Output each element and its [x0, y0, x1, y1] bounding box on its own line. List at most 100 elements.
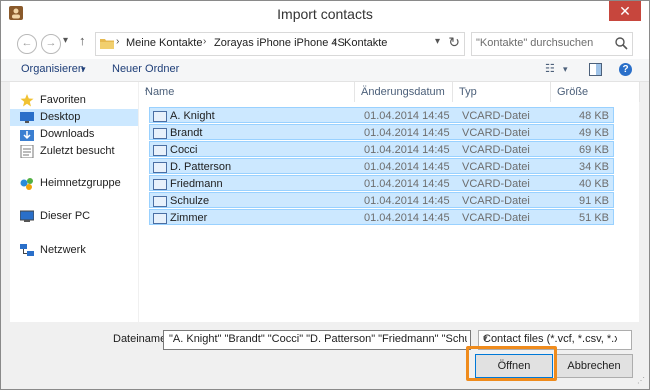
resize-grip-icon[interactable]: ⋰	[637, 376, 645, 385]
filename-value: "A. Knight" "Brandt" "Cocci" "D. Patters…	[169, 333, 467, 345]
file-date: 01.04.2014 14:45	[364, 178, 450, 190]
refresh-icon[interactable]: ↻	[448, 34, 460, 51]
new-folder-button[interactable]: Neuer Ordner	[112, 63, 179, 75]
search-icon[interactable]	[614, 36, 628, 50]
vcard-icon	[153, 162, 167, 173]
file-size: 34 KB	[579, 161, 609, 173]
sidebar-label: Netzwerk	[40, 244, 86, 256]
file-list: Name ^ Änderungsdatum Typ Größe A. Knigh…	[139, 82, 640, 322]
column-name-label: Name	[145, 86, 175, 98]
desktop-icon	[20, 112, 34, 123]
file-date: 01.04.2014 14:45	[364, 144, 450, 156]
file-name: Brandt	[170, 127, 203, 139]
file-date: 01.04.2014 14:45	[364, 195, 450, 207]
vcard-icon	[153, 196, 167, 207]
navigation-pane: Favoriten Desktop Downloads Zuletzt besu…	[10, 82, 138, 322]
sort-ascending-icon: ^	[145, 86, 150, 96]
column-header-date[interactable]: Änderungsdatum	[355, 82, 453, 102]
organize-dropdown-icon[interactable]: ▾	[81, 64, 86, 75]
breadcrumb-iphone[interactable]: Zorayas iPhone iPhone 4S	[214, 37, 345, 49]
file-row[interactable]: Schulze 01.04.2014 14:45 VCARD-Datei 91 …	[149, 192, 614, 208]
file-date: 01.04.2014 14:45	[364, 161, 450, 173]
column-header-type[interactable]: Typ	[453, 82, 551, 102]
file-date: 01.04.2014 14:45	[364, 110, 450, 122]
address-bar[interactable]: › Meine Kontakte › Zorayas iPhone iPhone…	[95, 32, 465, 56]
file-date: 01.04.2014 14:45	[364, 127, 450, 139]
folder-icon	[100, 39, 114, 49]
column-size-label: Größe	[557, 86, 589, 98]
file-row[interactable]: A. Knight 01.04.2014 14:45 VCARD-Datei 4…	[149, 107, 614, 123]
file-size: 51 KB	[579, 212, 609, 224]
file-type: VCARD-Datei	[462, 127, 530, 139]
sidebar-label: Zuletzt besucht	[40, 145, 115, 157]
recent-locations-dropdown[interactable]: ▾	[63, 35, 68, 46]
search-placeholder: "Kontakte" durchsuchen	[476, 37, 594, 49]
file-name: Schulze	[170, 195, 210, 207]
file-name: Friedmann	[170, 178, 223, 190]
sidebar-label: Downloads	[40, 128, 95, 140]
file-size: 91 KB	[579, 195, 609, 207]
computer-icon	[20, 210, 34, 222]
cancel-button[interactable]: Abbrechen	[555, 354, 633, 378]
file-name: A. Knight	[170, 110, 215, 122]
file-type: VCARD-Datei	[462, 161, 530, 173]
chevron-down-icon: ▾	[483, 333, 488, 343]
open-button-highlight	[466, 346, 557, 381]
up-button[interactable]: ↑	[79, 33, 86, 48]
recent-places-icon	[20, 145, 34, 158]
title-bar: Import contacts ✕	[1, 1, 649, 27]
vcard-icon	[153, 128, 167, 139]
file-name: D. Patterson	[170, 161, 232, 173]
file-name: Cocci	[170, 144, 198, 156]
column-header-name[interactable]: Name ^	[139, 82, 355, 102]
forward-button[interactable]: →	[41, 34, 61, 54]
sidebar-item-homegroup[interactable]: Heimnetzgruppe	[10, 175, 138, 192]
star-icon	[20, 94, 34, 107]
file-type: VCARD-Datei	[462, 212, 530, 224]
sidebar-label: Heimnetzgruppe	[40, 177, 121, 189]
file-row[interactable]: D. Patterson 01.04.2014 14:45 VCARD-Date…	[149, 158, 614, 174]
organize-button[interactable]: Organisieren	[21, 63, 84, 75]
back-button[interactable]: ←	[17, 34, 37, 54]
vcard-icon	[153, 213, 167, 224]
address-dropdown-icon[interactable]: ▾	[435, 36, 440, 47]
window-title: Import contacts	[277, 6, 373, 22]
sidebar-item-desktop[interactable]: Desktop	[10, 109, 138, 126]
file-size: 69 KB	[579, 144, 609, 156]
file-row[interactable]: Friedmann 01.04.2014 14:45 VCARD-Datei 4…	[149, 175, 614, 191]
sidebar-item-recent[interactable]: Zuletzt besucht	[10, 143, 138, 160]
sidebar-label: Desktop	[40, 111, 81, 123]
view-dropdown-icon[interactable]: ▾	[563, 64, 568, 75]
command-toolbar: Organisieren ▾ Neuer Ordner ☷ ▾ ?	[1, 59, 649, 82]
file-name: Zimmer	[170, 212, 208, 224]
vcard-icon	[153, 179, 167, 190]
search-box[interactable]: "Kontakte" durchsuchen	[471, 32, 633, 56]
navigation-bar: ← → ▾ ↑ › Meine Kontakte › Zorayas iPhon…	[1, 27, 649, 59]
file-row[interactable]: Cocci 01.04.2014 14:45 VCARD-Datei 69 KB	[149, 141, 614, 157]
close-button[interactable]: ✕	[609, 1, 641, 21]
sidebar-item-favorites[interactable]: Favoriten	[10, 92, 138, 109]
column-date-label: Änderungsdatum	[361, 86, 445, 98]
column-type-label: Typ	[459, 86, 477, 98]
preview-pane-icon[interactable]	[589, 63, 602, 76]
file-size: 49 KB	[579, 127, 609, 139]
sidebar-label: Favoriten	[40, 94, 86, 106]
sidebar-item-network[interactable]: Netzwerk	[10, 242, 138, 259]
filename-input[interactable]: "A. Knight" "Brandt" "Cocci" "D. Patters…	[163, 330, 471, 350]
breadcrumb-separator: ›	[116, 36, 120, 47]
file-type: VCARD-Datei	[462, 195, 530, 207]
network-icon	[20, 244, 34, 256]
breadcrumb-meine-kontakte[interactable]: Meine Kontakte	[126, 37, 202, 49]
downloads-icon	[20, 130, 34, 141]
file-type: VCARD-Datei	[462, 110, 530, 122]
file-type: VCARD-Datei	[462, 144, 530, 156]
sidebar-item-this-pc[interactable]: Dieser PC	[10, 208, 138, 225]
column-header-size[interactable]: Größe	[551, 82, 640, 102]
filename-label: Dateiname:	[113, 333, 170, 345]
view-options-icon[interactable]: ☷	[545, 62, 555, 75]
file-row[interactable]: Zimmer 01.04.2014 14:45 VCARD-Datei 51 K…	[149, 209, 614, 225]
help-icon[interactable]: ?	[619, 63, 632, 76]
breadcrumb-kontakte[interactable]: Kontakte	[344, 37, 387, 49]
file-row[interactable]: Brandt 01.04.2014 14:45 VCARD-Datei 49 K…	[149, 124, 614, 140]
sidebar-item-downloads[interactable]: Downloads	[10, 126, 138, 143]
